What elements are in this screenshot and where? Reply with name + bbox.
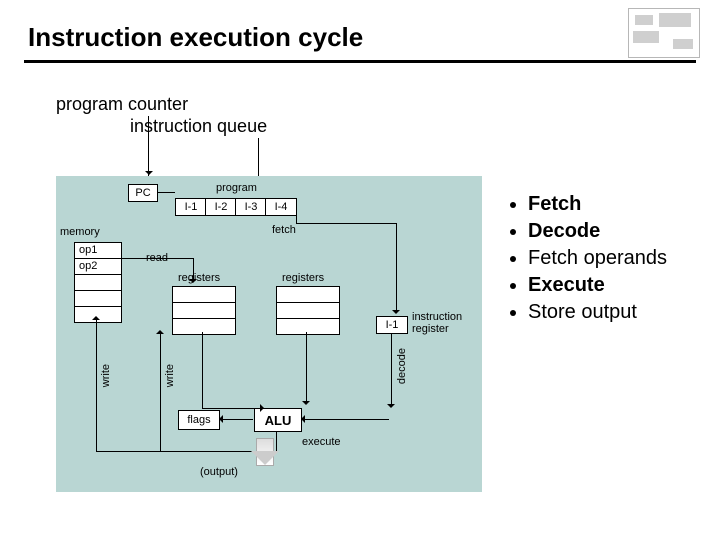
line-out-h <box>96 451 277 452</box>
mem-op1: op1 <box>75 243 121 259</box>
line-decode <box>391 333 392 405</box>
ah-flags <box>215 415 223 423</box>
bullet-list: Fetch Decode Fetch operands Execute Stor… <box>510 192 710 327</box>
bullet-fetch-operands: Fetch operands <box>528 246 710 271</box>
flags-box: flags <box>178 410 220 430</box>
output-arrow <box>256 438 274 466</box>
label-write-1: write <box>164 364 176 387</box>
label-registers-1: registers <box>178 272 220 284</box>
line-flags <box>219 419 253 420</box>
label-instruction-queue: instruction queue <box>130 116 267 137</box>
line-alu-down <box>276 431 277 451</box>
corner-logo <box>628 8 700 58</box>
line-ir-alu <box>301 419 389 420</box>
line-read-1 <box>121 258 193 259</box>
ah-write-mem <box>92 312 100 320</box>
bullet-store-output: Store output <box>528 300 710 325</box>
ah-regR <box>302 401 310 409</box>
line-pc-program <box>157 192 175 193</box>
ah-regL <box>260 404 268 412</box>
label-execute: execute <box>302 436 341 448</box>
bullet-decode: Decode <box>528 219 710 244</box>
bullet-execute: Execute <box>528 273 710 298</box>
registers-right <box>276 286 340 335</box>
label-write-2: write <box>100 364 112 387</box>
iq-1: I-1 <box>175 198 207 216</box>
line-regR-down <box>306 332 307 402</box>
label-output: (output) <box>200 466 238 478</box>
mem-r4 <box>75 291 121 307</box>
iq-2: I-2 <box>205 198 237 216</box>
diagram-area: PC program I-1 I-2 I-3 I-4 fetch memory … <box>56 176 482 492</box>
arrow-pc <box>148 116 149 178</box>
label-program: program <box>216 182 257 194</box>
line-fetch-3 <box>396 223 397 311</box>
memory-box: op1 op2 <box>74 242 122 323</box>
bullet-fetch: Fetch <box>528 192 710 217</box>
label-memory: memory <box>60 226 100 238</box>
label-registers-2: registers <box>282 272 324 284</box>
line-fetch-2 <box>296 223 396 224</box>
mem-r3 <box>75 275 121 291</box>
line-fetch-1 <box>296 215 297 223</box>
label-decode: decode <box>396 348 408 384</box>
ah-decode <box>387 404 395 412</box>
line-regL-h <box>202 408 262 409</box>
label-instruction-register: instruction register <box>412 311 462 335</box>
line-write-mem <box>96 318 97 451</box>
line-write-reg <box>160 332 161 451</box>
ah-ir-alu <box>297 415 305 423</box>
iq-3: I-3 <box>235 198 267 216</box>
label-fetch: fetch <box>272 224 296 236</box>
line-regL-down <box>202 332 203 408</box>
mem-op2: op2 <box>75 259 121 275</box>
page-title: Instruction execution cycle <box>28 22 363 53</box>
registers-left <box>172 286 236 335</box>
title-rule <box>24 60 696 63</box>
ah-write-reg <box>156 326 164 334</box>
iq-4: I-4 <box>265 198 297 216</box>
pc-box: PC <box>128 184 158 202</box>
ir-box: I-1 <box>376 316 408 334</box>
label-program-counter: program counter <box>56 94 188 115</box>
